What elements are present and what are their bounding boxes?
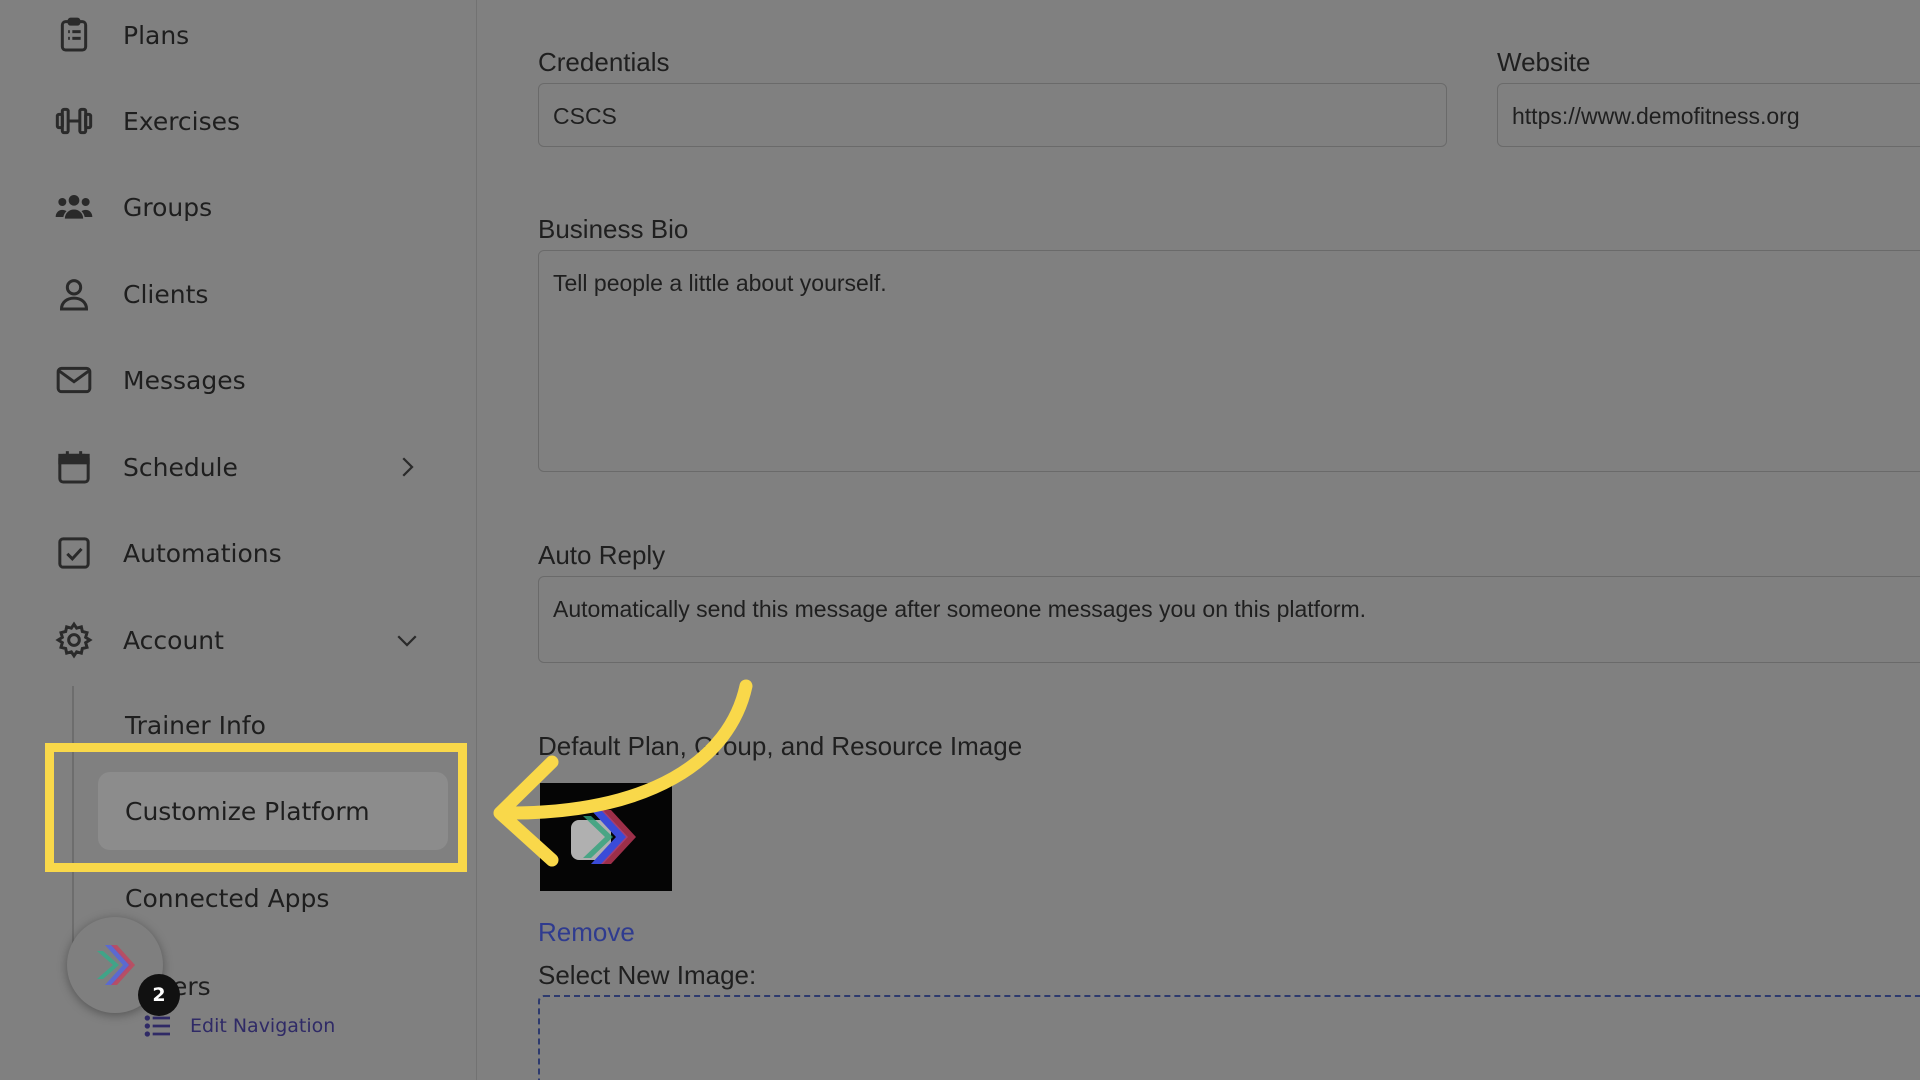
- remove-image-link[interactable]: Remove: [538, 917, 635, 948]
- image-dropzone[interactable]: [538, 995, 1920, 1080]
- sidebar-item-automations[interactable]: Automations: [0, 521, 477, 585]
- website-label: Website: [1497, 47, 1591, 77]
- sidebar-item-messages[interactable]: Messages: [0, 348, 477, 412]
- sidebar-item-label: Automations: [123, 538, 282, 568]
- checkbox-icon: [52, 531, 96, 575]
- chevron-down-icon: [392, 625, 422, 655]
- sidebar-item-account[interactable]: Account: [0, 608, 477, 672]
- sidebar-item-label: Account: [123, 625, 224, 655]
- credentials-label: Credentials: [538, 47, 670, 77]
- dumbbell-icon: [52, 99, 96, 143]
- gear-icon: [52, 618, 96, 662]
- auto-reply-placeholder: Automatically send this message after so…: [553, 596, 1367, 622]
- business-bio-placeholder: Tell people a little about yourself.: [553, 270, 887, 296]
- credentials-input[interactable]: CSCS: [538, 83, 1447, 147]
- envelope-icon: [52, 358, 96, 402]
- sidebar-item-exercises[interactable]: Exercises: [0, 89, 477, 153]
- sidebar-item-label: Clients: [123, 279, 209, 309]
- auto-reply-label: Auto Reply: [538, 540, 666, 570]
- chevron-right-icon: [392, 452, 422, 482]
- sidebar-subitem-label: Connected Apps: [125, 883, 330, 913]
- default-image-thumbnail: [540, 783, 672, 891]
- sidebar-item-schedule[interactable]: Schedule: [0, 435, 477, 499]
- sidebar-item-label: Exercises: [123, 106, 241, 136]
- sidebar-subitem-label: Trainer Info: [125, 710, 266, 740]
- sidebar-item-clients[interactable]: Clients: [0, 262, 477, 326]
- sidebar-item-groups[interactable]: Groups: [0, 175, 477, 239]
- sidebar-item-label: Schedule: [123, 452, 238, 482]
- sidebar-item-label: Plans: [123, 20, 190, 50]
- sidebar-item-plans[interactable]: Plans: [0, 3, 477, 67]
- sidebar-item-label: Messages: [123, 365, 246, 395]
- business-bio-label: Business Bio: [538, 214, 689, 244]
- business-bio-textarea[interactable]: Tell people a little about yourself.: [538, 250, 1920, 472]
- website-input[interactable]: https://www.demofitness.org: [1497, 83, 1920, 147]
- users-icon: [52, 185, 96, 229]
- auto-reply-textarea[interactable]: Automatically send this message after so…: [538, 576, 1920, 663]
- clipboard-icon: [52, 13, 96, 57]
- brand-logo-icon: [97, 945, 135, 985]
- select-new-image-label: Select New Image:: [538, 960, 757, 990]
- sidebar: Plans Exercises Groups Clients Messages …: [0, 0, 477, 1080]
- edit-navigation-link[interactable]: Edit Navigation: [142, 1008, 335, 1044]
- sidebar-item-label: Groups: [123, 192, 213, 222]
- notification-badge: 2: [138, 974, 180, 1016]
- edit-navigation-label: Edit Navigation: [190, 1015, 336, 1037]
- user-icon: [52, 272, 96, 316]
- highlight-box: [45, 743, 467, 872]
- default-image-label: Default Plan, Group, and Resource Image: [538, 731, 1023, 761]
- calendar-icon: [52, 445, 96, 489]
- brand-logo-icon: [571, 810, 636, 864]
